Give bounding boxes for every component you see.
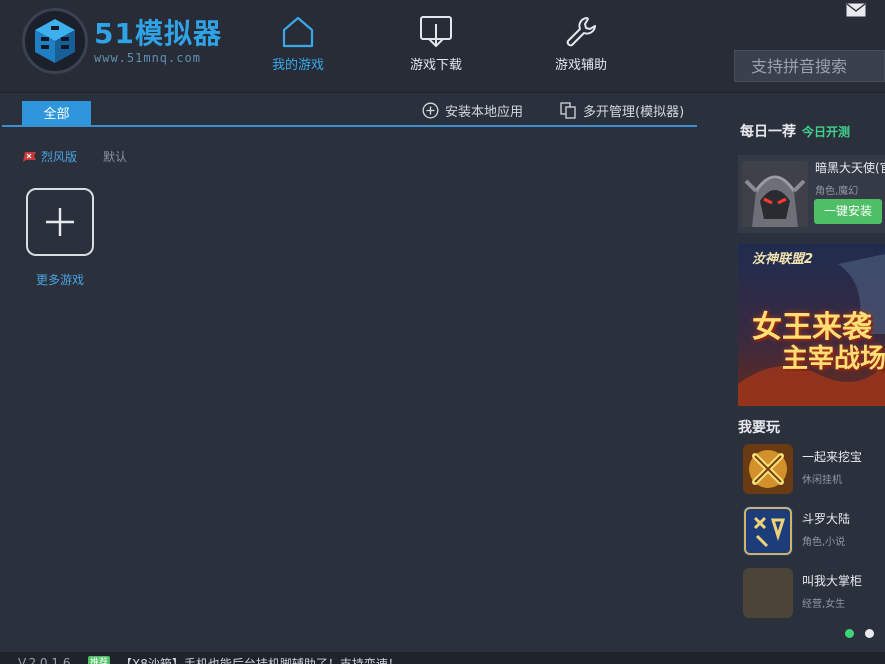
game-name: 斗罗大陆	[802, 512, 851, 526]
logo-title: 51模拟器	[94, 17, 222, 50]
game-icon-douluo	[743, 506, 793, 556]
plus-circle-icon	[422, 102, 439, 119]
liefeng-flag-icon	[23, 151, 36, 162]
install-local-app-label: 安装本地应用	[445, 105, 524, 120]
nav-my-games-label: 我的游戏	[271, 58, 324, 73]
promo-banner-game: 汝神联盟2	[752, 252, 814, 267]
search-input[interactable]	[734, 50, 885, 82]
multi-instance-label: 多开管理(模拟器)	[583, 105, 685, 120]
add-game-button[interactable]	[26, 188, 94, 256]
app-header: 51模拟器 www.51mnq.com 我的游戏 游戏下载 游戏辅助	[0, 0, 885, 93]
daily-recommend-sub: 今日开测	[802, 125, 851, 139]
game-item-douluodalu[interactable]: 斗罗大陆 角色,小说	[743, 506, 883, 558]
download-icon	[420, 16, 452, 48]
daily-recommend-title: 每日一荐	[740, 124, 796, 140]
filter-liefeng-label: 烈风版	[41, 150, 78, 164]
wrench-icon	[566, 17, 596, 47]
game-icon-treasure	[743, 444, 793, 494]
promo-banner-line2: 主宰战场	[782, 344, 885, 374]
nav-my-games[interactable]: 我的游戏	[253, 14, 343, 73]
game-item-jiaowodazhanggui[interactable]: 叫我大掌柜 经营,女生	[743, 568, 883, 620]
toolbar-divider	[2, 125, 697, 127]
game-name: 叫我大掌柜	[802, 574, 863, 588]
version-text: V.2.0.1.6	[18, 656, 71, 664]
tab-all[interactable]: 全部	[22, 101, 91, 126]
game-tag: 经营,女生	[802, 599, 846, 610]
status-bar: V.2.0.1.6 推荐 【X8沙箱】手机也能后台挂机脚辅助了！支持变速！	[0, 652, 885, 664]
game-icon-placeholder	[743, 568, 793, 618]
app-logo[interactable]: 51模拟器 www.51mnq.com	[22, 8, 222, 74]
more-games-link[interactable]: 更多游戏	[26, 271, 94, 288]
news-badge: 推荐	[88, 656, 110, 664]
mail-icon[interactable]	[846, 3, 866, 17]
featured-game-tag: 角色,魔幻	[815, 186, 859, 197]
filter-default[interactable]: 默认	[103, 148, 127, 165]
nav-game-download[interactable]: 游戏下载	[391, 14, 481, 73]
logo-url: www.51mnq.com	[94, 51, 201, 65]
featured-game-name: 暗黑大天使(官	[815, 161, 885, 175]
game-name: 一起来挖宝	[802, 450, 863, 464]
plus-icon	[46, 208, 74, 236]
nav-game-download-label: 游戏下载	[409, 58, 462, 73]
filter-liefeng[interactable]: 烈风版	[22, 148, 77, 165]
carousel-dot-1[interactable]	[845, 629, 854, 638]
nav-game-assist-label: 游戏辅助	[554, 58, 607, 73]
windows-stack-icon	[560, 102, 576, 119]
featured-game-card[interactable]: 暗黑大天使(官 角色,魔幻 一键安装	[738, 155, 885, 233]
one-click-install-button[interactable]: 一键安装	[814, 199, 882, 224]
want-to-play-title: 我要玩	[738, 420, 780, 436]
game-tag: 角色,小说	[802, 537, 846, 548]
game-item-yiqilaiwabao[interactable]: 一起来挖宝 休闲挂机	[743, 444, 883, 496]
install-local-app-button[interactable]: 安装本地应用	[422, 101, 523, 120]
carousel-dot-2[interactable]	[865, 629, 874, 638]
home-icon	[282, 16, 314, 48]
promo-banner[interactable]: 汝神联盟2 女王来袭 主宰战场	[738, 244, 885, 406]
featured-game-art	[742, 161, 808, 227]
nav-game-assist[interactable]: 游戏辅助	[536, 14, 626, 73]
game-tag: 休闲挂机	[802, 475, 842, 486]
news-ticker[interactable]: 【X8沙箱】手机也能后台挂机脚辅助了！支持变速！	[120, 655, 400, 664]
logo-cube-icon	[22, 8, 88, 74]
multi-instance-button[interactable]: 多开管理(模拟器)	[560, 101, 684, 120]
